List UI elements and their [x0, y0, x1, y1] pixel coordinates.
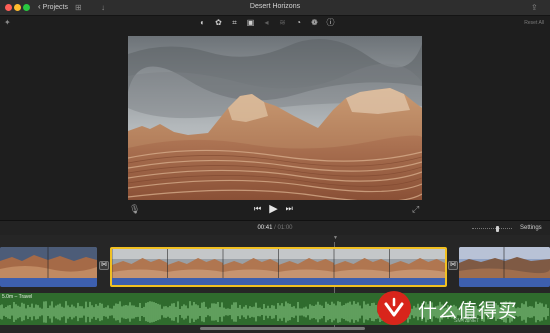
clip-filter-icon[interactable]: ❁	[310, 18, 319, 27]
reset-all-button[interactable]: Reset All	[524, 20, 544, 26]
volume-icon: ◂	[264, 18, 269, 27]
transition-icon[interactable]: ⋈	[99, 261, 109, 270]
zoom-slider-knob[interactable]	[496, 226, 499, 232]
play-icon[interactable]: ▶	[269, 204, 277, 215]
playback-controls: ⏮︎ ▶ ⏭︎	[254, 204, 293, 215]
color-correction-icon[interactable]: ✿	[214, 18, 223, 27]
share-icon[interactable]: ⇪	[531, 3, 538, 13]
title-bar: ‹ Projects ⊞ ↓ Desert Horizons ⇪	[0, 0, 550, 16]
crop-icon[interactable]: ⌗	[230, 18, 239, 27]
info-icon[interactable]: ⓘ	[326, 18, 335, 27]
adjustments-toolbar: ✦ ◐ ✿ ⌗ ▣ ◂ ≋ ◔ ❁ ⓘ Reset All	[0, 16, 550, 31]
stabilization-icon[interactable]: ▣	[246, 18, 255, 27]
timeline-zoom-slider[interactable]	[472, 226, 512, 232]
skip-forward-icon[interactable]: ⏭︎	[286, 204, 293, 214]
settings-button[interactable]: Settings	[520, 225, 542, 231]
watermark-url: SMYZ.NET	[454, 318, 480, 324]
desert-landscape-frame	[128, 36, 422, 200]
noise-reduction-icon: ≋	[279, 18, 286, 27]
video-viewer[interactable]	[128, 36, 422, 200]
skip-back-icon[interactable]: ⏮︎	[254, 204, 261, 214]
clip-desert-panorama[interactable]	[110, 247, 447, 287]
watermark-logo	[377, 291, 411, 325]
total-time: 01:00	[277, 225, 293, 231]
window-title: Desert Horizons	[249, 3, 301, 10]
clip-left-canyon[interactable]	[0, 247, 97, 287]
clip-thumbnails	[0, 247, 97, 278]
playhead-marker-icon[interactable]: ▼	[333, 235, 338, 241]
clip-thumbnails	[112, 249, 445, 280]
clip-right-sunset[interactable]	[459, 247, 550, 287]
timecode: 00:41 / 01:00	[0, 225, 550, 231]
color-balance-icon[interactable]: ◐	[198, 18, 207, 27]
microphone-icon[interactable]: 🎙︎	[129, 204, 140, 215]
magic-wand-icon[interactable]: ✦	[4, 18, 11, 27]
current-time: 00:41	[257, 225, 273, 231]
time-bar: 00:41 / 01:00 Settings	[0, 220, 550, 235]
transition-icon[interactable]: ⋈	[448, 261, 458, 270]
timeline-scrollbar[interactable]	[200, 327, 365, 330]
time-separator: /	[274, 225, 276, 231]
clip-thumbnails	[459, 247, 550, 278]
speed-icon[interactable]: ◔	[294, 18, 303, 27]
adjustment-tools: ◐ ✿ ⌗ ▣ ◂ ≋ ◔ ❁ ⓘ	[198, 18, 335, 28]
fullscreen-icon[interactable]: ⤢	[412, 204, 419, 215]
